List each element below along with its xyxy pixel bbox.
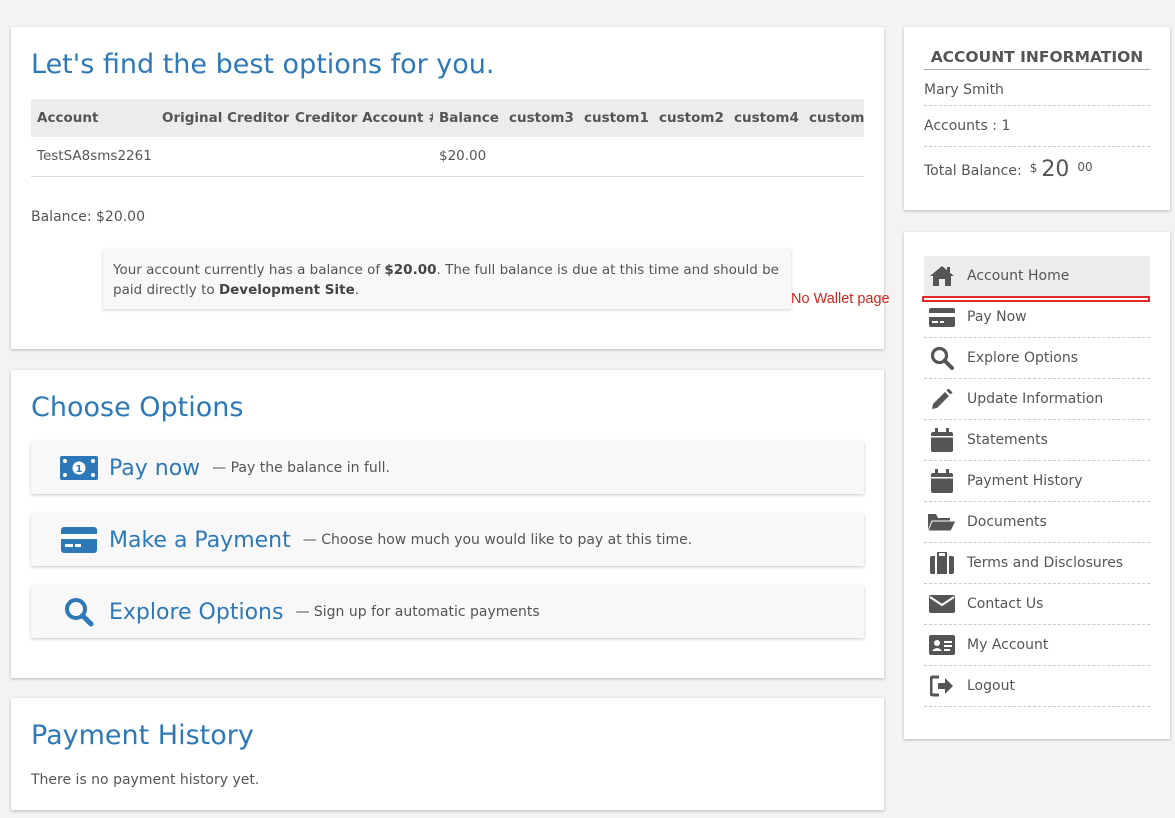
options-heading: Choose Options (31, 392, 244, 423)
page-title: Let's find the best options for you. (31, 49, 495, 80)
payment-history-card: Payment History There is no payment hist… (11, 698, 884, 810)
notice-site: Development Site (218, 282, 355, 298)
option-desc: — Pay the balance in full. (212, 460, 390, 476)
table-row: TestSA8sms2261 $20.00 (31, 137, 864, 177)
table-cell (803, 137, 864, 177)
balance-dollars: 20 (1041, 157, 1070, 182)
table-cell (653, 137, 728, 177)
nav-label: Update Information (967, 391, 1104, 407)
nav-item-logout[interactable]: Logout (924, 666, 1150, 707)
balance-cents: 00 (1077, 160, 1093, 174)
nav-label: Logout (967, 678, 1015, 694)
nav-item-contact-us[interactable]: Contact Us (924, 584, 1150, 625)
make-payment-option[interactable]: Make a Payment — Choose how much you wou… (31, 514, 864, 566)
account-holder-name: Mary Smith (924, 82, 1150, 106)
account-info-heading: ACCOUNT INFORMATION (924, 48, 1150, 70)
notice-text: Your account currently has a balance of (113, 262, 385, 278)
nav-label: Statements (967, 432, 1048, 448)
col-custom4: custom4 (728, 99, 803, 137)
envelope-icon (927, 591, 957, 617)
notice-amount: $20.00 (384, 262, 437, 278)
credit-card-icon (59, 525, 99, 555)
nav-item-terms-and-disclosures[interactable]: Terms and Disclosures (924, 543, 1150, 584)
total-balance: Total Balance: $ 20 00 (924, 157, 1150, 206)
explore-options-option[interactable]: Explore Options — Sign up for automatic … (31, 586, 864, 638)
table-cell (728, 137, 803, 177)
nav-item-explore-options[interactable]: Explore Options (924, 338, 1150, 379)
credit-card-icon (927, 304, 957, 330)
search-icon (59, 597, 99, 627)
history-heading: Payment History (31, 720, 254, 751)
total-balance-label: Total Balance: (924, 163, 1022, 179)
table-header-row: Account Original Creditor Creditor Accou… (31, 99, 864, 137)
balance-notice: Your account currently has a balance of … (103, 249, 791, 309)
col-account: Account (31, 99, 156, 137)
sign-out-icon (927, 673, 957, 699)
col-original-creditor: Original Creditor (156, 99, 289, 137)
col-balance: Balance (433, 99, 503, 137)
option-title: Pay now (109, 455, 201, 481)
svg-text:1: 1 (76, 464, 83, 475)
table-cell (289, 137, 433, 177)
notice-text: . (354, 282, 360, 298)
col-custom: custom (803, 99, 864, 137)
col-creditor-account: Creditor Account # (289, 99, 433, 137)
choose-options-card: Choose Options 1 Pay now — Pay the balan… (11, 370, 884, 678)
table-cell (156, 137, 289, 177)
annotation-no-wallet: No Wallet page (791, 291, 890, 307)
pencil-icon (927, 386, 957, 412)
table-cell (578, 137, 653, 177)
account-summary-card: Let's find the best options for you. Acc… (11, 27, 884, 349)
suitcase-icon (927, 550, 957, 576)
nav-label: Documents (967, 514, 1047, 530)
nav-item-update-information[interactable]: Update Information (924, 379, 1150, 420)
calendar-icon (927, 468, 957, 494)
option-title: Explore Options (109, 599, 284, 625)
nav-label: Contact Us (967, 596, 1044, 612)
account-information-card: ACCOUNT INFORMATION Mary Smith Accounts … (904, 27, 1170, 210)
table-cell: $20.00 (433, 137, 503, 177)
home-icon (927, 263, 957, 289)
nav-item-account-home[interactable]: Account Home (924, 256, 1150, 297)
table-cell (503, 137, 578, 177)
money-bill-icon: 1 (59, 453, 99, 483)
balance-line: Balance: $20.00 (31, 209, 145, 225)
pay-now-option[interactable]: 1 Pay now — Pay the balance in full. (31, 442, 864, 494)
nav-item-my-account[interactable]: My Account (924, 625, 1150, 666)
accounts-count: Accounts : 1 (924, 118, 1150, 147)
calendar-icon (927, 427, 957, 453)
nav-item-payment-history[interactable]: Payment History (924, 461, 1150, 502)
nav-label: Payment History (967, 473, 1083, 489)
nav-label: Terms and Disclosures (967, 555, 1124, 571)
nav-label: My Account (967, 637, 1049, 653)
col-custom3: custom3 (503, 99, 578, 137)
col-custom1: custom1 (578, 99, 653, 137)
table-cell: TestSA8sms2261 (31, 137, 156, 177)
accounts-table: Account Original Creditor Creditor Accou… (31, 99, 864, 177)
col-custom2: custom2 (653, 99, 728, 137)
currency-symbol: $ (1029, 161, 1038, 175)
nav-label: Explore Options (967, 350, 1079, 366)
nav-item-pay-now[interactable]: Pay Now (924, 297, 1150, 338)
option-desc: — Choose how much you would like to pay … (302, 532, 693, 548)
side-navigation: Account Home Pay Now Explore Options Upd… (904, 232, 1170, 739)
option-desc: — Sign up for automatic payments (295, 604, 540, 620)
search-icon (927, 345, 957, 371)
history-empty-text: There is no payment history yet. (31, 772, 260, 788)
nav-label: Account Home (967, 268, 1070, 284)
nav-item-statements[interactable]: Statements (924, 420, 1150, 461)
nav-label: Pay Now (967, 309, 1027, 325)
folder-open-icon (927, 509, 957, 535)
nav-item-documents[interactable]: Documents (924, 502, 1150, 543)
id-card-icon (927, 632, 957, 658)
option-title: Make a Payment (109, 527, 291, 553)
